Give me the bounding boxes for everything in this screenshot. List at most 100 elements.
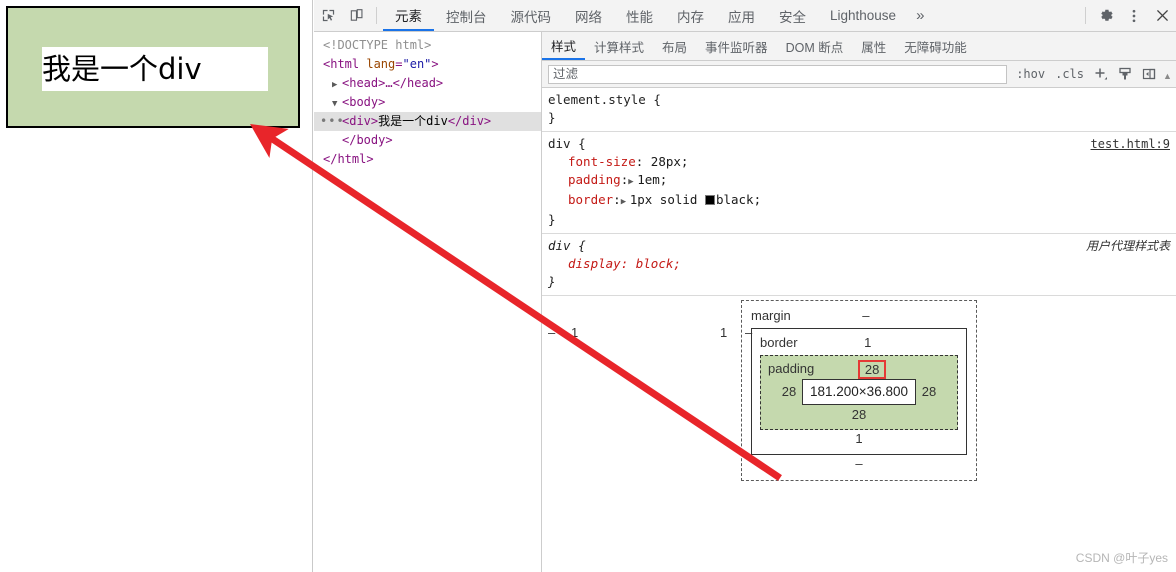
rule-close-brace-1: } (548, 212, 556, 227)
rule-origin-link[interactable]: test.html:9 (1091, 135, 1170, 153)
tab-console[interactable]: 控制台 (434, 0, 499, 31)
element-highlight-overlay: 我是一个div (6, 6, 300, 128)
declaration-font-size-value[interactable]: 28px; (651, 154, 689, 169)
css-rules-list[interactable]: element.style { } test.html:9 div { font… (542, 88, 1176, 572)
tab-lighthouse-label: Lighthouse (830, 8, 897, 23)
declaration-padding-property[interactable]: padding (568, 172, 621, 187)
styles-pane: 样式 计算样式 布局 事件监听器 DOM 断点 属性 无障碍功能 :hov .c… (542, 32, 1176, 572)
declaration-font-size[interactable]: font-size: 28px; (548, 153, 1170, 171)
declaration-border-color-value[interactable]: black; (716, 192, 761, 207)
dom-row-more-icon[interactable]: ••• (320, 112, 345, 131)
css-rule-div-user-agent[interactable]: 用户代理样式表 div { display: block; } (542, 234, 1176, 296)
kebab-menu-icon[interactable] (1120, 0, 1148, 31)
box-model-content-size[interactable]: 181.200×36.800 (802, 379, 916, 405)
box-model-padding-box[interactable]: padding 28 28 181.200×36.800 28 28 (760, 355, 958, 430)
declaration-display-property: display (568, 256, 621, 271)
box-model-padding-label: padding (768, 361, 815, 376)
tab-application[interactable]: 应用 (716, 0, 767, 31)
tab-dom-breakpoints[interactable]: DOM 断点 (777, 32, 853, 60)
paint-brush-icon[interactable] (1113, 66, 1137, 82)
plus-icon[interactable] (1089, 66, 1113, 82)
box-model-border-box[interactable]: border 1 padding 28 28 181.200×36.800 28… (751, 328, 967, 455)
dom-row-html[interactable]: <html lang="en"> (314, 55, 541, 74)
tab-memory[interactable]: 内存 (665, 0, 716, 31)
cls-toggle[interactable]: .cls (1050, 67, 1089, 81)
tab-security[interactable]: 安全 (767, 0, 818, 31)
declaration-border-property[interactable]: border (568, 192, 613, 207)
rule-selector-div[interactable]: div { (548, 136, 586, 151)
tab-layout[interactable]: 布局 (653, 32, 696, 60)
sidebar-toggle-icon[interactable] (1137, 66, 1161, 82)
rule-close-brace-2: } (548, 274, 556, 289)
box-model-margin-box[interactable]: margin – border 1 padding 28 28 181.200×… (741, 300, 977, 481)
tab-properties[interactable]: 属性 (852, 32, 895, 60)
more-tabs-chevron-icon[interactable]: » (908, 0, 932, 31)
tab-event-listeners-label: 事件监听器 (705, 40, 768, 55)
box-model-padding-top[interactable]: 28 (857, 359, 887, 379)
box-model-diagram: margin – border 1 padding 28 28 181.200×… (542, 300, 1176, 481)
tab-sources[interactable]: 源代码 (499, 0, 564, 31)
box-model-padding-bottom[interactable]: 28 (768, 406, 950, 423)
gear-icon[interactable] (1092, 0, 1120, 31)
page-preview-pane[interactable]: 我是一个div (0, 0, 313, 572)
css-rule-element-style[interactable]: element.style { } (542, 88, 1176, 132)
devtools-main-toolbar: 元素 控制台 源代码 网络 性能 内存 应用 安全 Lighthouse » (314, 0, 1176, 32)
tab-lighthouse[interactable]: Lighthouse (818, 0, 908, 31)
tab-elements-label: 元素 (395, 8, 422, 24)
dom-html-close-text: </html> (323, 152, 374, 166)
dom-row-body-open[interactable]: ▼ <body> (314, 93, 541, 112)
dom-row-html-close[interactable]: </html> (314, 150, 541, 169)
box-model-margin-top[interactable]: – (791, 307, 941, 325)
box-model-border-label: border (760, 335, 798, 350)
dom-head-text: <head>…</head> (342, 76, 444, 90)
rule-selector-element-style[interactable]: element.style { (548, 92, 661, 107)
color-swatch-black[interactable] (704, 195, 715, 205)
hov-toggle[interactable]: :hov (1011, 67, 1050, 81)
tab-event-listeners[interactable]: 事件监听器 (696, 32, 777, 60)
declaration-font-size-property[interactable]: font-size (568, 154, 636, 169)
close-icon[interactable] (1148, 0, 1176, 31)
tab-styles[interactable]: 样式 (542, 32, 586, 60)
dom-doctype-text: <!DOCTYPE html> (323, 38, 432, 52)
tab-network[interactable]: 网络 (563, 0, 614, 31)
dom-body-open-text: <body> (342, 95, 386, 109)
border-expand-chevron-icon[interactable]: ▶ (621, 193, 630, 211)
declaration-padding-value[interactable]: 1em; (637, 172, 667, 187)
box-model-margin-label: margin (751, 308, 791, 323)
chevron-up-icon[interactable]: ▲ (1161, 67, 1174, 81)
tab-elements[interactable]: 元素 (383, 0, 434, 31)
declaration-display-value: block; (635, 256, 681, 271)
more-tabs-label: » (916, 7, 925, 24)
toolbar-divider (376, 7, 377, 24)
tab-computed[interactable]: 计算样式 (585, 32, 653, 60)
dom-row-div-selected[interactable]: ••• <div>我是一个div</div> (314, 112, 541, 131)
device-toolbar-icon[interactable] (342, 0, 370, 31)
box-model-border-top[interactable]: 1 (798, 334, 938, 352)
tab-performance[interactable]: 性能 (614, 0, 665, 31)
tab-accessibility[interactable]: 无障碍功能 (895, 32, 976, 60)
box-model-padding-right[interactable]: 28 (916, 383, 942, 401)
styles-filter-bar: :hov .cls (542, 61, 1176, 88)
tab-memory-label: 内存 (677, 9, 704, 25)
dom-row-doctype[interactable]: <!DOCTYPE html> (314, 36, 541, 55)
inspect-element-icon[interactable] (314, 0, 342, 31)
filter-input[interactable] (548, 64, 1008, 84)
devtools-window: 元素 控制台 源代码 网络 性能 内存 应用 安全 Lighthouse » <… (314, 0, 1176, 572)
rule-close-brace-0: } (548, 110, 556, 125)
tab-computed-label: 计算样式 (594, 40, 645, 55)
dom-tree-pane[interactable]: <!DOCTYPE html> <html lang="en"> ▶ <head>… (314, 32, 542, 572)
declaration-padding[interactable]: padding:▶ 1em; (548, 171, 1170, 191)
element-content-box: 我是一个div (42, 47, 268, 91)
declaration-border[interactable]: border:▶ 1px solid black; (548, 191, 1170, 211)
rule-selector-div-ua[interactable]: div { (548, 238, 586, 253)
dom-row-head[interactable]: ▶ <head>…</head> (314, 74, 541, 93)
box-model-border-bottom[interactable]: 1 (760, 430, 958, 447)
declaration-display[interactable]: display: block; (548, 255, 1170, 273)
box-model-margin-bottom[interactable]: – (751, 455, 967, 472)
padding-expand-chevron-icon[interactable]: ▶ (628, 173, 637, 191)
preview-div-text: 我是一个div (42, 51, 202, 86)
dom-div-open-tag: <div> (342, 114, 379, 128)
css-rule-div-author[interactable]: test.html:9 div { font-size: 28px; paddi… (542, 132, 1176, 234)
dom-row-body-close[interactable]: </body> (314, 131, 541, 150)
box-model-padding-left[interactable]: 28 (776, 383, 802, 401)
